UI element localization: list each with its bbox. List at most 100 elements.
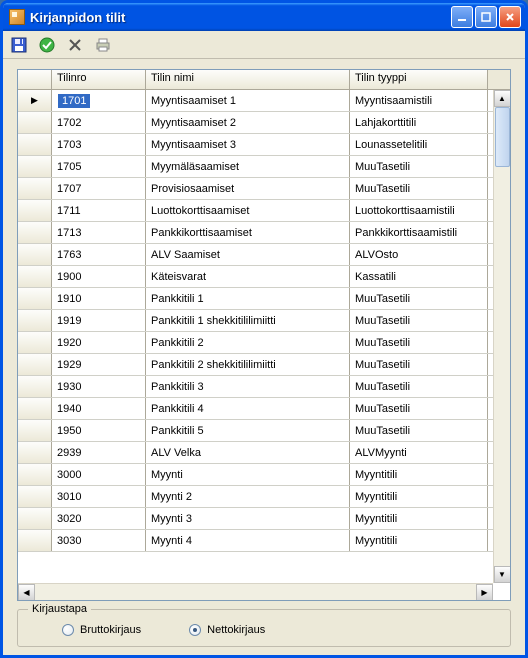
table-row[interactable]: 3000MyyntiMyyntitili bbox=[18, 464, 510, 486]
cell[interactable]: 1703 bbox=[52, 134, 146, 155]
close-button[interactable] bbox=[499, 6, 521, 28]
delete-icon[interactable] bbox=[65, 35, 85, 55]
scroll-thumb[interactable] bbox=[495, 107, 510, 167]
table-row[interactable]: 1707ProvisiosaamisetMuuTasetili bbox=[18, 178, 510, 200]
cell[interactable]: Luottokorttisaamiset bbox=[146, 200, 350, 221]
cell[interactable]: Myyntitili bbox=[350, 530, 488, 551]
cell[interactable]: Myyntisaamistili bbox=[350, 90, 488, 111]
cell[interactable]: 1701 bbox=[52, 90, 146, 111]
cell[interactable]: MuuTasetili bbox=[350, 398, 488, 419]
table-row[interactable]: 1950Pankkitili 5MuuTasetili bbox=[18, 420, 510, 442]
cell[interactable]: 2939 bbox=[52, 442, 146, 463]
cell[interactable]: 1707 bbox=[52, 178, 146, 199]
cell[interactable]: Myynti 3 bbox=[146, 508, 350, 529]
cell[interactable]: Myyntisaamiset 3 bbox=[146, 134, 350, 155]
scroll-right-icon[interactable]: ▶ bbox=[476, 584, 493, 601]
cell[interactable]: 1702 bbox=[52, 112, 146, 133]
table-row[interactable]: 1929Pankkitili 2 shekkitililimiittiMuuTa… bbox=[18, 354, 510, 376]
cell[interactable]: ALV Velka bbox=[146, 442, 350, 463]
cell[interactable]: 1950 bbox=[52, 420, 146, 441]
table-row[interactable]: 1763ALV SaamisetALVOsto bbox=[18, 244, 510, 266]
cell[interactable]: Luottokorttisaamistili bbox=[350, 200, 488, 221]
radio-icon[interactable] bbox=[62, 624, 74, 636]
cell[interactable]: 1763 bbox=[52, 244, 146, 265]
radio-option[interactable]: Bruttokirjaus bbox=[62, 624, 141, 636]
cell[interactable]: 1910 bbox=[52, 288, 146, 309]
table-row[interactable]: 1713PankkikorttisaamisetPankkikorttisaam… bbox=[18, 222, 510, 244]
table-row[interactable]: 2939ALV VelkaALVMyynti bbox=[18, 442, 510, 464]
cell[interactable]: Pankkitili 1 shekkitililimiitti bbox=[146, 310, 350, 331]
cell[interactable]: Myynti 4 bbox=[146, 530, 350, 551]
vertical-scrollbar[interactable]: ▲ ▼ bbox=[493, 90, 510, 583]
title-bar[interactable]: Kirjanpidon tilit bbox=[3, 3, 525, 31]
scroll-down-icon[interactable]: ▼ bbox=[494, 566, 511, 583]
cell[interactable]: MuuTasetili bbox=[350, 178, 488, 199]
cell[interactable]: 1900 bbox=[52, 266, 146, 287]
cell[interactable]: Myyntitili bbox=[350, 508, 488, 529]
cell[interactable]: Pankkitili 3 bbox=[146, 376, 350, 397]
cell[interactable]: Pankkikorttisaamistili bbox=[350, 222, 488, 243]
cell[interactable]: 1705 bbox=[52, 156, 146, 177]
cell[interactable]: Myyntisaamiset 1 bbox=[146, 90, 350, 111]
cell[interactable]: 3000 bbox=[52, 464, 146, 485]
maximize-button[interactable] bbox=[475, 6, 497, 28]
cell[interactable]: 1713 bbox=[52, 222, 146, 243]
cell[interactable]: 3030 bbox=[52, 530, 146, 551]
table-row[interactable]: 3030Myynti 4Myyntitili bbox=[18, 530, 510, 552]
cell[interactable]: Myynti 2 bbox=[146, 486, 350, 507]
save-icon[interactable] bbox=[9, 35, 29, 55]
table-row[interactable]: 1920Pankkitili 2MuuTasetili bbox=[18, 332, 510, 354]
cell[interactable]: Pankkitili 1 bbox=[146, 288, 350, 309]
cell[interactable]: 1919 bbox=[52, 310, 146, 331]
data-grid[interactable]: Tilinro Tilin nimi Tilin tyyppi ▶ 1701 Myy… bbox=[17, 69, 511, 601]
cell[interactable]: Pankkikorttisaamiset bbox=[146, 222, 350, 243]
cell[interactable]: 1711 bbox=[52, 200, 146, 221]
table-row[interactable]: 1910Pankkitili 1MuuTasetili bbox=[18, 288, 510, 310]
ok-icon[interactable] bbox=[37, 35, 57, 55]
cell[interactable]: Lahjakorttitili bbox=[350, 112, 488, 133]
table-row[interactable]: 1711LuottokorttisaamisetLuottokorttisaam… bbox=[18, 200, 510, 222]
cell[interactable]: Pankkitili 4 bbox=[146, 398, 350, 419]
horizontal-scrollbar[interactable]: ◀ ▶ bbox=[18, 583, 493, 600]
radio-option[interactable]: Nettokirjaus bbox=[189, 624, 265, 636]
cell[interactable]: ALV Saamiset bbox=[146, 244, 350, 265]
cell[interactable]: 1940 bbox=[52, 398, 146, 419]
column-header-tilin-tyyppi[interactable]: Tilin tyyppi bbox=[350, 70, 488, 89]
scroll-up-icon[interactable]: ▲ bbox=[494, 90, 511, 107]
cell[interactable]: MuuTasetili bbox=[350, 420, 488, 441]
cell[interactable]: Lounassetelitili bbox=[350, 134, 488, 155]
table-row[interactable]: 1940Pankkitili 4MuuTasetili bbox=[18, 398, 510, 420]
cell[interactable]: Pankkitili 2 bbox=[146, 332, 350, 353]
cell[interactable]: Myynti bbox=[146, 464, 350, 485]
table-row[interactable]: 1702Myyntisaamiset 2Lahjakorttitili bbox=[18, 112, 510, 134]
table-row[interactable]: 3020Myynti 3Myyntitili bbox=[18, 508, 510, 530]
cell[interactable]: 1920 bbox=[52, 332, 146, 353]
cell[interactable]: Kassatili bbox=[350, 266, 488, 287]
print-icon[interactable] bbox=[93, 35, 113, 55]
table-row[interactable]: 1900KäteisvaratKassatili bbox=[18, 266, 510, 288]
cell[interactable]: MuuTasetili bbox=[350, 376, 488, 397]
cell[interactable]: Provisiosaamiset bbox=[146, 178, 350, 199]
column-header-tilinro[interactable]: Tilinro bbox=[52, 70, 146, 89]
cell[interactable]: 1930 bbox=[52, 376, 146, 397]
scroll-left-icon[interactable]: ◀ bbox=[18, 584, 35, 601]
table-row[interactable]: 1705MyymäläsaamisetMuuTasetili bbox=[18, 156, 510, 178]
cell[interactable]: Myymäläsaamiset bbox=[146, 156, 350, 177]
table-row[interactable]: 1703Myyntisaamiset 3Lounassetelitili bbox=[18, 134, 510, 156]
cell[interactable]: Myyntitili bbox=[350, 486, 488, 507]
cell[interactable]: 3010 bbox=[52, 486, 146, 507]
selected-cell[interactable]: 1701 bbox=[58, 94, 90, 108]
cell[interactable]: Myyntitili bbox=[350, 464, 488, 485]
cell[interactable]: MuuTasetili bbox=[350, 354, 488, 375]
table-row[interactable]: ▶1701Myyntisaamiset 1Myyntisaamistili bbox=[18, 90, 510, 112]
table-row[interactable]: 1919Pankkitili 1 shekkitililimiittiMuuTa… bbox=[18, 310, 510, 332]
column-header-tilin-nimi[interactable]: Tilin nimi bbox=[146, 70, 350, 89]
cell[interactable]: ALVMyynti bbox=[350, 442, 488, 463]
table-row[interactable]: 1930Pankkitili 3MuuTasetili bbox=[18, 376, 510, 398]
cell[interactable]: MuuTasetili bbox=[350, 332, 488, 353]
cell[interactable]: Pankkitili 2 shekkitililimiitti bbox=[146, 354, 350, 375]
minimize-button[interactable] bbox=[451, 6, 473, 28]
cell[interactable]: Myyntisaamiset 2 bbox=[146, 112, 350, 133]
cell[interactable]: MuuTasetili bbox=[350, 288, 488, 309]
table-row[interactable]: 3010Myynti 2Myyntitili bbox=[18, 486, 510, 508]
